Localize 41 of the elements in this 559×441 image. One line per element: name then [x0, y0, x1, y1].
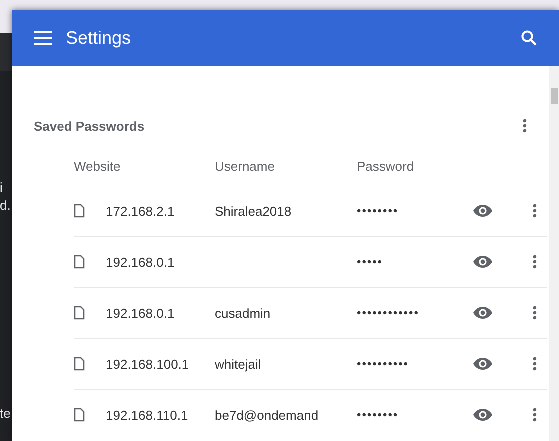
column-header: Website — [74, 158, 122, 174]
eye-icon[interactable] — [473, 357, 493, 371]
eye-icon[interactable] — [473, 204, 493, 218]
username-text: cusadmin — [215, 306, 272, 320]
window-title: Settings — [66, 28, 132, 48]
scrollbar[interactable] — [549, 66, 559, 441]
masked-password: ••••• — [357, 255, 384, 269]
website-text: 192.168.100.1 — [106, 356, 190, 372]
website-text: 192.168.110.1 — [106, 408, 190, 422]
website-text: 192.168.0.1 — [106, 254, 176, 270]
menu-icon[interactable] — [34, 31, 52, 45]
eye-icon[interactable] — [473, 255, 493, 269]
masked-password: •••••••••• — [357, 357, 410, 371]
search-icon[interactable] — [521, 30, 537, 46]
more-options-icon[interactable] — [533, 357, 537, 371]
username-text: Shiralea2018 — [215, 204, 293, 218]
masked-password: •••••••• — [357, 204, 400, 218]
section-title: Saved Passwords — [34, 118, 145, 134]
document-icon — [74, 255, 85, 269]
background-text: i — [0, 180, 3, 196]
column-header: Password — [357, 158, 416, 174]
website-text: 172.168.2.1 — [106, 204, 176, 218]
document-icon — [74, 357, 85, 371]
masked-password: •••••••• — [357, 408, 400, 422]
eye-icon[interactable] — [473, 408, 493, 422]
background-text: te — [0, 406, 11, 422]
background-text: d. — [0, 198, 11, 214]
document-icon — [74, 408, 85, 422]
document-icon — [74, 306, 85, 320]
username-text: be7d@ondemand — [215, 408, 320, 422]
more-options-icon[interactable] — [533, 204, 537, 218]
eye-icon[interactable] — [473, 306, 493, 320]
website-text: 192.168.0.1 — [106, 306, 176, 320]
username-text: whitejail — [215, 356, 262, 372]
column-header: Username — [215, 158, 276, 174]
more-options-icon[interactable] — [533, 306, 537, 320]
more-options-icon[interactable] — [523, 119, 527, 133]
more-options-icon[interactable] — [533, 408, 537, 422]
more-options-icon[interactable] — [533, 255, 537, 269]
masked-password: •••••••••••• — [357, 306, 420, 320]
document-icon — [74, 204, 85, 218]
